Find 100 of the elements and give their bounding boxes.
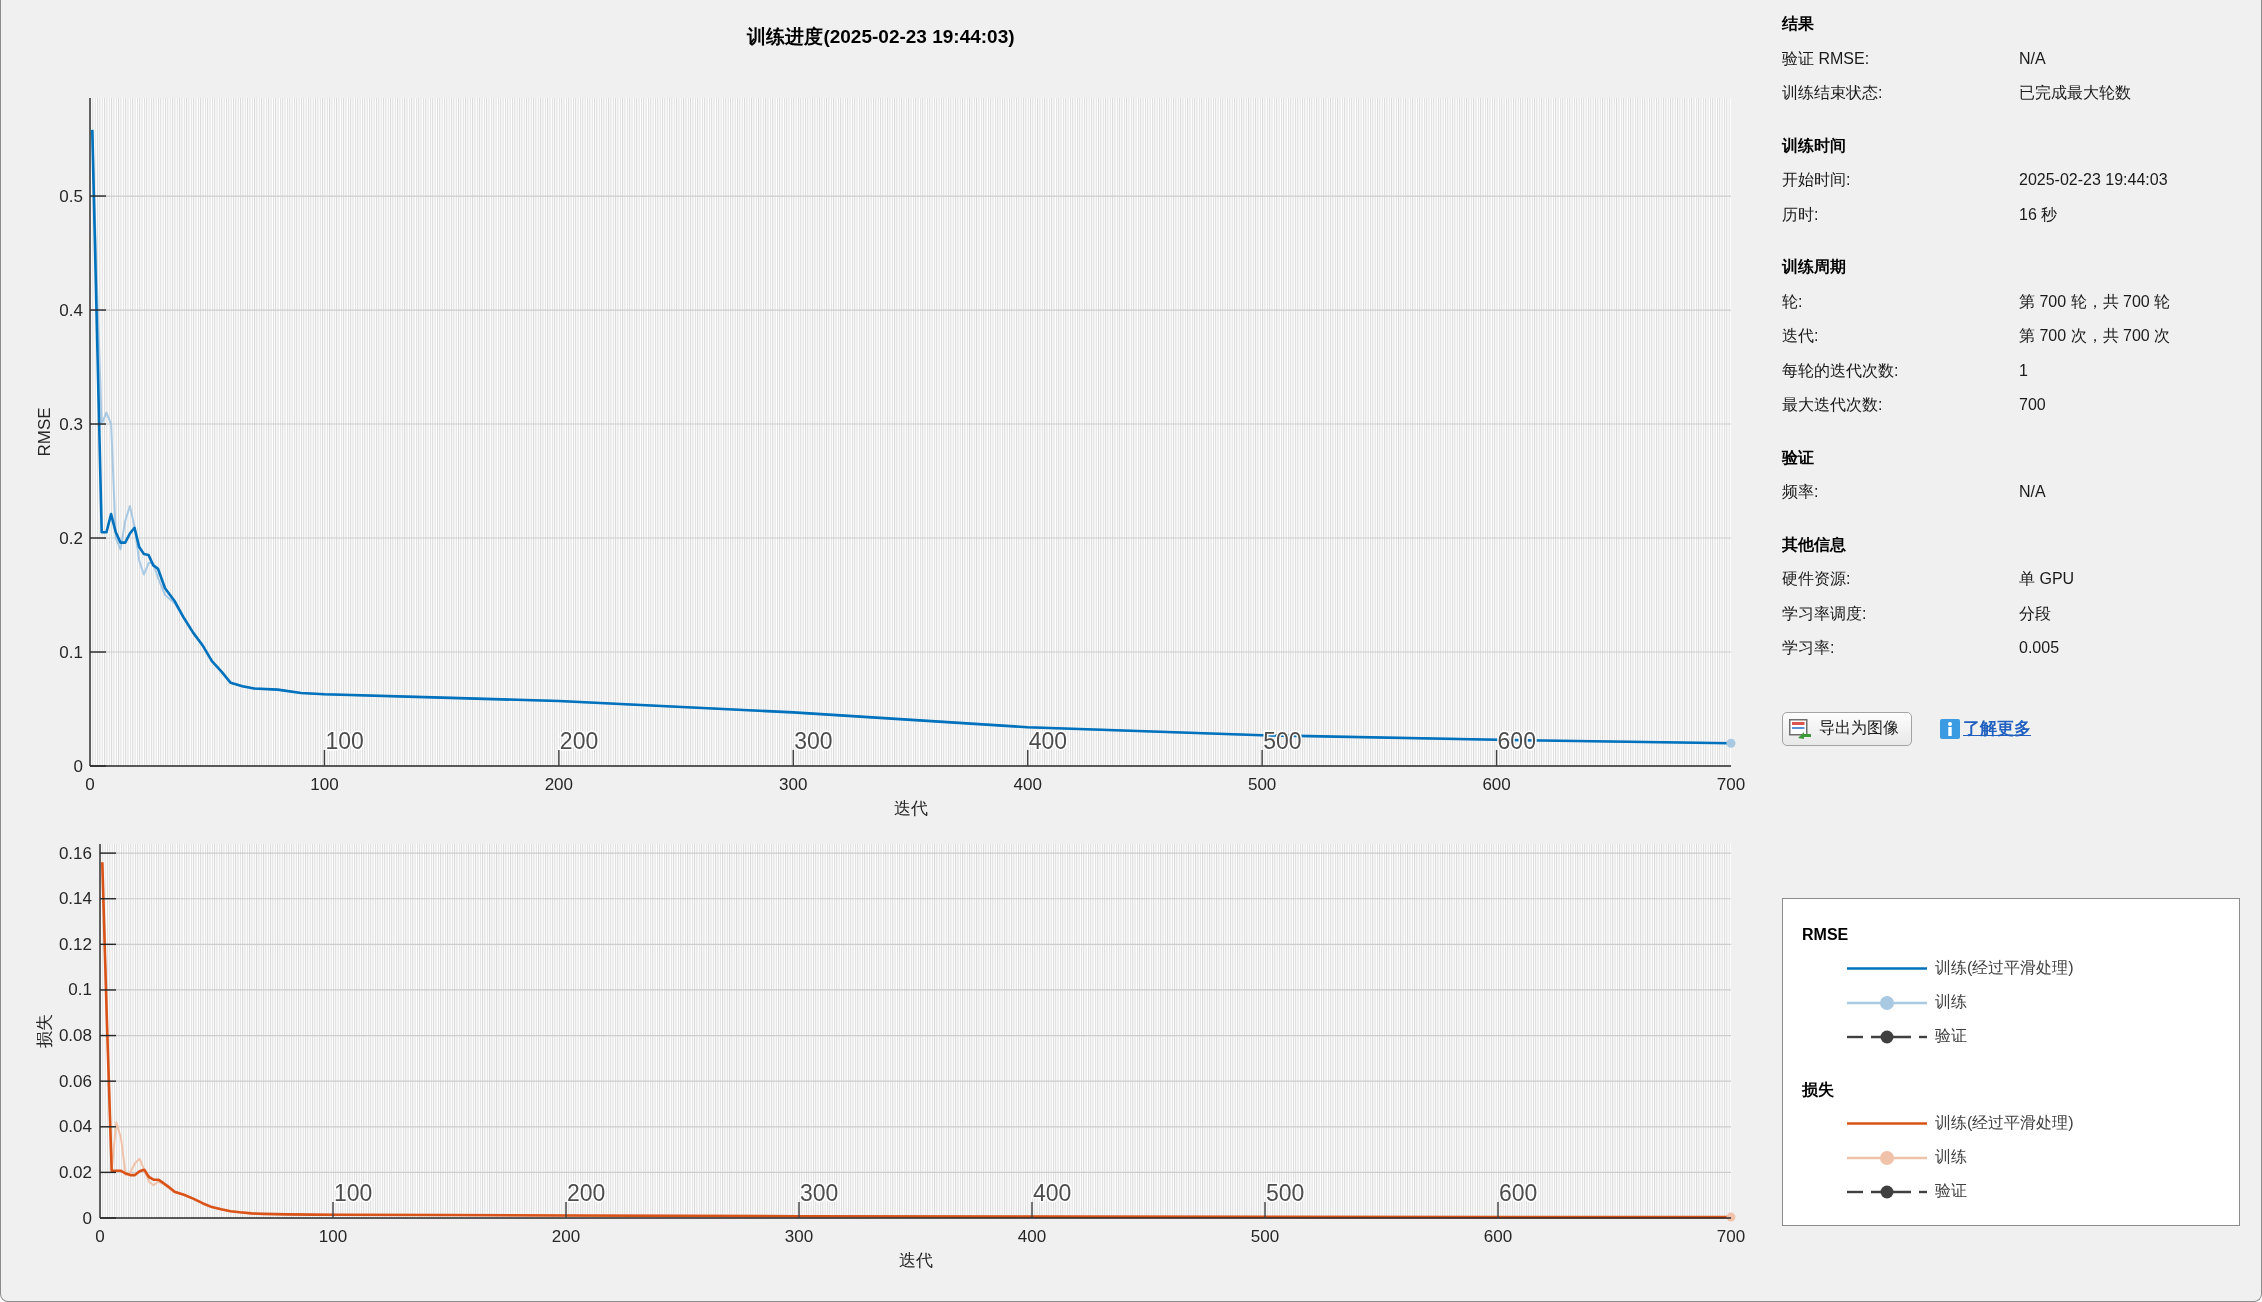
field-label: 迭代: [1782, 326, 1819, 346]
marker-tick [1031, 1201, 1033, 1219]
legend-heading: RMSE [1802, 924, 1849, 945]
tick-label: 0.1 [68, 980, 92, 1000]
tick-label: 0.08 [58, 1026, 92, 1046]
field-value: 1 [2019, 360, 2028, 381]
marker-tick [558, 749, 560, 767]
legend-label: 验证 [1935, 1026, 1967, 1046]
tick-label: 200 [544, 775, 574, 794]
field-label: 训练结束状态: [1782, 83, 1883, 103]
tick-label: 0.12 [58, 934, 92, 954]
field-label: 最大迭代次数: [1782, 395, 1883, 415]
section-heading: 训练时间 [1782, 135, 1847, 156]
section-heading: 结果 [1782, 14, 1815, 34]
field-label: 学习率调度: [1782, 603, 1867, 624]
tick-label: 0 [95, 1227, 105, 1246]
field-label: 频率: [1782, 482, 1819, 502]
field-label: 硬件资源: [1782, 569, 1851, 589]
tick-label: 600 [1483, 1227, 1513, 1246]
axis-title: RMSE [34, 407, 54, 457]
section-heading: 验证 [1782, 447, 1815, 468]
field-label: 每轮的迭代次数: [1782, 360, 1899, 381]
axis-title: 损失 [34, 1014, 54, 1048]
tick-label: 0.04 [58, 1117, 92, 1137]
field-value: N/A [2019, 482, 2046, 502]
axis-title: 迭代 [898, 1251, 933, 1270]
marker-tick [798, 1201, 800, 1219]
axis-title: 迭代 [893, 799, 928, 818]
tick-label: 300 [784, 1227, 814, 1246]
marker-tick [1495, 749, 1498, 767]
legend-label: 训练(经过平滑处理) [1935, 958, 2074, 978]
chart-title: 训练进度(2025-02-23 19:44:03) [747, 25, 1015, 49]
field-label: 验证 RMSE: [1782, 48, 1870, 69]
marker-label: 300 [800, 1180, 839, 1206]
field-value: 已完成最大轮数 [2019, 83, 2131, 103]
marker-label: 200 [559, 728, 599, 754]
tick-label: 0.4 [59, 300, 83, 320]
marker-tick [1027, 749, 1029, 767]
marker-tick [332, 1201, 334, 1219]
field-value: 16 秒 [2019, 204, 2058, 225]
marker-label: 400 [1028, 728, 1068, 754]
tick-label: 0.1 [59, 642, 83, 662]
tick-label: 400 [1013, 775, 1042, 794]
field-value: 700 [2019, 395, 2046, 415]
legend-label: 训练 [1935, 1147, 1967, 1167]
field-label: 轮: [1782, 291, 1803, 312]
marker-label: 500 [1266, 1180, 1305, 1206]
field-value: N/A [2019, 48, 2046, 69]
export-image-button[interactable]: 导出为图像 [1782, 711, 1912, 746]
section-heading: 训练周期 [1782, 257, 1847, 277]
tick-label: 100 [318, 1227, 348, 1246]
marker-tick [323, 749, 326, 767]
tick-label: 0.02 [58, 1162, 92, 1182]
field-value: 单 GPU [2019, 569, 2075, 589]
tick-label: 200 [551, 1227, 581, 1246]
tick-label: 400 [1017, 1227, 1047, 1246]
legend-label: 训练 [1935, 992, 1967, 1012]
tick-label: 0 [85, 775, 95, 794]
tick-label: 700 [1716, 775, 1746, 794]
field-value: 分段 [2019, 603, 2051, 624]
marker-label: 600 [1499, 1180, 1538, 1206]
tick-label: 0.3 [59, 414, 83, 434]
field-value: 第 700 次，共 700 次 [2019, 326, 2171, 346]
tick-label: 0 [82, 1208, 92, 1228]
tick-label: 0.16 [58, 843, 92, 863]
info-icon [1940, 718, 1960, 739]
marker-label: 400 [1033, 1180, 1072, 1206]
field-label: 历时: [1782, 204, 1819, 225]
marker-label: 100 [334, 1180, 373, 1206]
tick-label: 0.06 [58, 1071, 92, 1091]
field-value: 2025-02-23 19:44:03 [2019, 170, 2168, 190]
marker-label: 100 [325, 728, 364, 754]
legend-label: 训练(经过平滑处理) [1935, 1113, 2074, 1133]
tick-label: 0.14 [58, 889, 92, 909]
field-label: 开始时间: [1782, 170, 1851, 190]
field-label: 学习率: [1782, 638, 1835, 658]
marker-tick [792, 749, 794, 767]
marker-label: 300 [794, 728, 833, 754]
field-value: 0.005 [2019, 638, 2060, 658]
tick-label: 500 [1250, 1227, 1280, 1246]
marker-tick [1264, 1201, 1266, 1219]
section-heading: 其他信息 [1782, 534, 1847, 555]
marker-tick [1497, 1201, 1499, 1219]
tick-label: 0.2 [59, 528, 83, 548]
legend-label: 验证 [1935, 1181, 1967, 1201]
picture-icon [1789, 718, 1811, 739]
marker-label: 200 [567, 1180, 606, 1206]
tick-label: 100 [310, 775, 339, 794]
tick-label: 0 [73, 756, 83, 776]
tick-label: 700 [1716, 1227, 1746, 1246]
data-point-marker [1726, 738, 1736, 748]
learn-more-link[interactable]: 了解更多 [1940, 717, 2031, 740]
tick-label: 0.5 [59, 186, 83, 206]
data-point-marker [1726, 1212, 1736, 1222]
legend-heading: 损失 [1802, 1079, 1834, 1100]
marker-tick [565, 1201, 567, 1219]
tick-label: 600 [1482, 775, 1511, 794]
tick-label: 500 [1247, 775, 1277, 794]
tick-label: 300 [779, 775, 808, 794]
marker-tick [1261, 749, 1263, 767]
